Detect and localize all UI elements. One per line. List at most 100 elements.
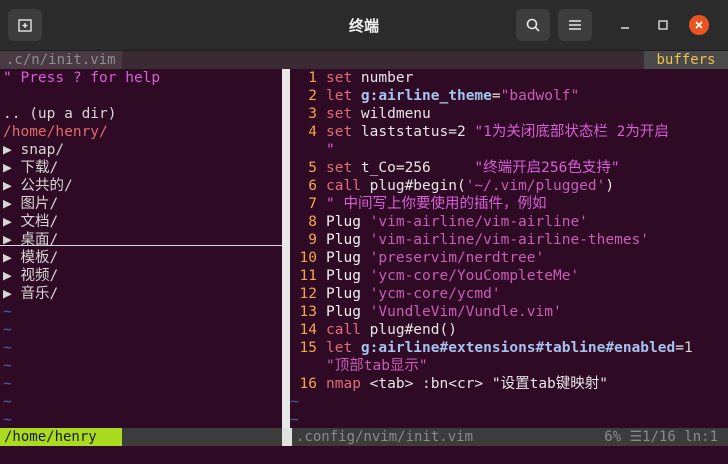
code-token-c: "1为关闭底部状态栏 2为开启 (465, 124, 669, 140)
tree-item[interactable]: ▶ 桌面/ (3, 231, 58, 249)
close-button[interactable] (689, 15, 709, 35)
code-line[interactable]: "顶部tab显示" (326, 357, 428, 375)
expand-arrow-icon: ▶ (3, 268, 21, 284)
code-token-s: 'ycm-core/ycmd' (369, 286, 501, 302)
code-token-p: t_Co=256 (352, 160, 475, 176)
code-token-pl: Plug (326, 214, 370, 230)
code-line[interactable]: Plug 'ycm-core/ycmd' (326, 285, 501, 303)
buffers-label: buffers (644, 51, 728, 69)
tree-tilde: ~ (3, 412, 12, 428)
tree-item-label: 音乐/ (20, 286, 59, 302)
code-token-nm: 1 (683, 340, 693, 356)
status-bar: /home/henry .config/nvim/init.vim 6% ☰1/… (0, 428, 728, 446)
tree-item[interactable]: ▶ 下载/ (3, 159, 58, 177)
line-number: 6 (308, 178, 317, 194)
tree-tilde: ~ (3, 376, 12, 392)
code-line[interactable]: call plug#end() (326, 321, 457, 339)
status-tree-path: /home/henry (0, 428, 122, 446)
vim-tabline: .c/n/init.vim buffers (0, 51, 728, 69)
code-line[interactable]: Plug 'vim-airline/vim-airline' (326, 213, 588, 231)
line-number: 15 (299, 340, 317, 356)
code-line[interactable]: nmap <tab> :bn<cr> "设置tab键映射" (326, 375, 608, 393)
code-line[interactable]: Plug 'VundleVim/Vundle.vim' (326, 303, 562, 321)
code-token-pl: Plug (326, 286, 370, 302)
minimize-icon (621, 27, 629, 29)
tree-item[interactable]: ▶ 视频/ (3, 267, 58, 285)
code-token-kw: nmap (326, 376, 361, 392)
code-token-c: " 中间写上你要使用的插件，例如 (326, 196, 547, 212)
split-divider[interactable] (282, 69, 290, 428)
code-line[interactable]: Plug 'ycm-core/YouCompleteMe' (326, 267, 579, 285)
line-number: 5 (308, 160, 317, 176)
search-icon (526, 18, 540, 32)
code-token-c: "终端开启256色支持" (474, 160, 620, 176)
status-position: 6% ☰1/16 ln:1 (604, 429, 718, 445)
tree-item[interactable]: ▶ 图片/ (3, 195, 58, 213)
tree-item-label: 公共的/ (20, 178, 73, 194)
tree-tilde: ~ (3, 340, 12, 356)
code-token-s: "顶部tab显示" (326, 358, 428, 374)
line-number: 10 (299, 250, 317, 266)
code-token-c: " (326, 142, 335, 158)
line-number: 16 (299, 376, 317, 392)
expand-arrow-icon: ▶ (3, 142, 21, 158)
line-number: 14 (299, 322, 317, 338)
code-token-kw: set (326, 106, 353, 122)
line-number: 11 (299, 268, 317, 284)
close-icon (695, 21, 703, 29)
title-bar: 终端 (0, 0, 728, 51)
code-token-p: plug#begin( (360, 178, 466, 194)
code-token-v2: g:airline#extensions#tabline#enabled (352, 340, 676, 356)
tree-item-label: 模板/ (20, 250, 59, 266)
maximize-button[interactable] (655, 17, 671, 33)
code-token-pl: Plug (326, 250, 370, 266)
menu-button[interactable] (558, 9, 592, 41)
tree-tilde: ~ (3, 304, 12, 320)
code-line[interactable]: " (326, 141, 335, 159)
maximize-icon (658, 20, 668, 30)
terminal-area[interactable]: .c/n/init.vim buffers " Press ? for help… (0, 51, 728, 464)
tree-item[interactable]: ▶ 模板/ (3, 249, 58, 267)
line-number: 4 (308, 124, 317, 140)
status-divider (282, 428, 292, 446)
code-line[interactable]: Plug 'vim-airline/vim-airline-themes' (326, 231, 649, 249)
code-token-eq: = (491, 88, 501, 104)
up-dir[interactable]: .. (up a dir) (3, 105, 117, 123)
code-token-pl: Plug (326, 232, 370, 248)
tree-item-label: 视频/ (20, 268, 59, 284)
code-token-s: 'ycm-core/YouCompleteMe' (369, 268, 580, 284)
tree-item[interactable]: ▶ 音乐/ (3, 285, 58, 303)
code-token-rest: wildmenu (352, 106, 431, 122)
code-token-kw: set (326, 160, 353, 176)
line-number: 12 (299, 286, 317, 302)
help-hint: " Press ? for help (3, 70, 161, 86)
search-button[interactable] (516, 9, 550, 41)
tab-init-vim[interactable]: .c/n/init.vim (0, 51, 122, 69)
code-token-s: 'preservim/nerdtree' (369, 250, 545, 266)
code-line[interactable]: call plug#begin('~/.vim/plugged') (326, 177, 614, 195)
code-line[interactable]: set t_Co=256 "终端开启256色支持" (326, 159, 620, 177)
tree-item[interactable]: ▶ 文档/ (3, 213, 58, 231)
code-line[interactable]: let g:airline_theme="badwolf" (326, 87, 579, 105)
code-token-kw: call (326, 178, 361, 194)
code-line[interactable]: " 中间写上你要使用的插件，例如 (326, 195, 546, 213)
expand-arrow-icon: ▶ (3, 214, 21, 230)
code-line[interactable]: set laststatus=2 "1为关闭底部状态栏 2为开启 (326, 123, 669, 141)
code-line[interactable]: let g:airline#extensions#tabline#enabled… (326, 339, 693, 357)
cursor-line (0, 245, 282, 246)
code-line[interactable]: set number (326, 69, 413, 87)
tree-item[interactable]: ▶ 公共的/ (3, 177, 73, 195)
code-token-rest: laststatus=2 (352, 124, 466, 140)
minimize-button[interactable] (617, 17, 633, 33)
tree-tilde: ~ (3, 394, 12, 410)
line-number: 7 (308, 196, 317, 212)
code-token-pl: Plug (326, 268, 370, 284)
tree-tilde: ~ (3, 322, 12, 338)
code-line[interactable]: Plug 'preservim/nerdtree' (326, 249, 544, 267)
code-token-eq: = (675, 340, 684, 356)
code-token-s: '~/.vim/plugged' (465, 178, 606, 194)
code-token-p: plug#end() (360, 322, 457, 338)
tree-item[interactable]: ▶ snap/ (3, 141, 64, 159)
code-line[interactable]: set wildmenu (326, 105, 431, 123)
code-token-p: <tab> :bn<cr> "设置tab键映射" (360, 376, 609, 392)
